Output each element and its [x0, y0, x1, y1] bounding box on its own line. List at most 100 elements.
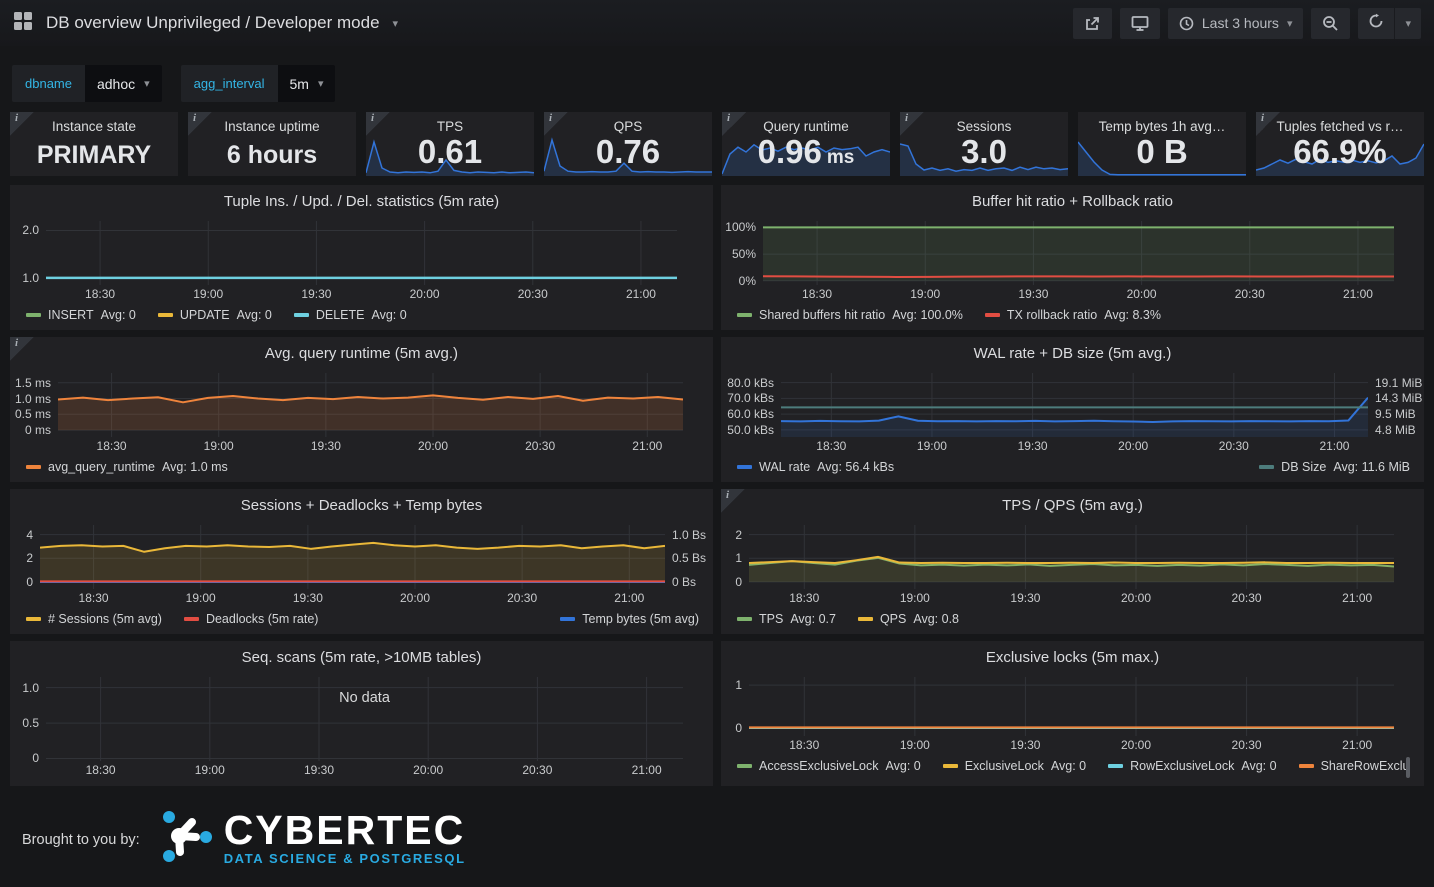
legend-swatch: [560, 617, 575, 621]
refresh-now-button[interactable]: [1358, 8, 1394, 39]
legend-label: WAL rate: [759, 460, 810, 474]
graph-title-tuple-stats[interactable]: Tuple Ins. / Upd. / Del. statistics (5m …: [10, 193, 713, 210]
share-button[interactable]: [1073, 8, 1112, 39]
legend-label: ExclusiveLock: [965, 759, 1044, 773]
x-tick-label: 19:30: [293, 591, 323, 605]
graph-title-wal-db-size[interactable]: WAL rate + DB size (5m avg.): [721, 345, 1424, 362]
legend-swatch: [737, 764, 752, 768]
stat-panel-instance-uptime: iInstance uptime6 hours: [188, 112, 356, 176]
panel-info-icon[interactable]: i: [10, 337, 34, 361]
graph-plot-buffer-rollback[interactable]: [763, 221, 1394, 285]
footer: Brought to you by: CYBERTEC DATA SCIENCE…: [0, 810, 1434, 869]
dashboard-title-caret-icon[interactable]: ▾: [393, 17, 399, 30]
time-range-picker[interactable]: Last 3 hours ▾: [1168, 8, 1304, 39]
panel-info-icon[interactable]: i: [366, 112, 390, 136]
x-tick-label: 19:00: [917, 439, 947, 453]
legend-item-wal-rate[interactable]: WAL rateAvg: 56.4 kBs: [737, 460, 894, 474]
graph-title-exclusive-locks[interactable]: Exclusive locks (5m max.): [721, 649, 1424, 666]
cycle-view-button[interactable]: [1120, 8, 1160, 39]
panel-info-icon[interactable]: i: [10, 112, 34, 136]
legend-item-insert[interactable]: INSERTAvg: 0: [26, 308, 136, 322]
variable-agg-interval-value[interactable]: 5m ▾: [278, 65, 336, 102]
graph-plot-wal-db-size[interactable]: [781, 373, 1368, 437]
variable-dbname-label: dbname: [12, 65, 85, 102]
legend-item-exclusivelock[interactable]: ExclusiveLockAvg: 0: [943, 759, 1086, 773]
legend-tuple-stats: INSERTAvg: 0 UPDATEAvg: 0 DELETEAvg: 0: [26, 304, 699, 325]
graph-plot-seq-scans[interactable]: No data: [46, 677, 683, 761]
share-icon: [1084, 15, 1101, 32]
info-icon: i: [549, 112, 552, 124]
legend-scrollbar[interactable]: [1406, 757, 1410, 778]
legend-item-update[interactable]: UPDATEAvg: 0: [158, 308, 272, 322]
panel-info-icon[interactable]: i: [188, 112, 212, 136]
legend-swatch: [737, 313, 752, 317]
graph-plot-sessions-deadlocks[interactable]: [40, 525, 665, 589]
legend-item-tps[interactable]: TPSAvg: 0.7: [737, 612, 836, 626]
x-axis-pad-left: [721, 437, 781, 454]
dashboard-title[interactable]: DB overview Unprivileged / Developer mod…: [46, 13, 380, 33]
legend-swatch: [737, 617, 752, 621]
legend-item-tx-rollback-ratio[interactable]: TX rollback ratioAvg: 8.3%: [985, 308, 1161, 322]
x-axis-pad-right: [1394, 589, 1424, 606]
legend-avg-value: Avg: 0.8: [913, 612, 959, 626]
stat-title-query-runtime[interactable]: Query runtime: [722, 119, 890, 134]
stat-title-instance-state[interactable]: Instance state: [10, 119, 178, 134]
dashboard-grid: iInstance statePRIMARYiInstance uptime6 …: [10, 112, 1424, 786]
legend-item-avg-query-runtime[interactable]: avg_query_runtimeAvg: 1.0 ms: [26, 460, 228, 474]
x-tick-label: 20:00: [1121, 738, 1151, 752]
legend-item-delete[interactable]: DELETEAvg: 0: [294, 308, 407, 322]
panel-info-icon[interactable]: i: [1256, 112, 1280, 136]
legend-item-qps[interactable]: QPSAvg: 0.8: [858, 612, 959, 626]
stat-title-tps[interactable]: TPS: [366, 119, 534, 134]
graph-title-sessions-deadlocks[interactable]: Sessions + Deadlocks + Temp bytes: [10, 497, 713, 514]
x-tick-label: 21:00: [1342, 738, 1372, 752]
legend-item-rowexclusivelock[interactable]: RowExclusiveLockAvg: 0: [1108, 759, 1276, 773]
legend-swatch: [737, 465, 752, 469]
graph-plot-tuple-stats[interactable]: [46, 221, 677, 285]
legend-item-shared-buffers-hit-ratio[interactable]: Shared buffers hit ratioAvg: 100.0%: [737, 308, 963, 322]
graph-title-buffer-rollback[interactable]: Buffer hit ratio + Rollback ratio: [721, 193, 1424, 210]
x-tick-label: 19:00: [195, 763, 225, 777]
refresh-interval-button[interactable]: ▾: [1394, 8, 1421, 39]
variable-dbname-value[interactable]: adhoc ▾: [85, 65, 162, 102]
panel-info-icon[interactable]: i: [722, 112, 746, 136]
graph-row-1: Tuple Ins. / Upd. / Del. statistics (5m …: [10, 185, 1424, 330]
stat-title-temp-bytes[interactable]: Temp bytes 1h avg…: [1078, 119, 1246, 134]
y-tick-label: 0: [26, 575, 33, 589]
graph-title-tps-qps[interactable]: TPS / QPS (5m avg.): [721, 497, 1424, 514]
panel-info-icon[interactable]: i: [544, 112, 568, 136]
stat-title-instance-uptime[interactable]: Instance uptime: [188, 119, 356, 134]
x-axis-pad-left: [10, 437, 58, 454]
stat-panel-sessions: iSessions3.0: [900, 112, 1068, 176]
legend-item-shareupdateexclusivelock[interactable]: ShareUpdateExclusiveLockAvg: 0: [737, 780, 954, 782]
panel-info-icon[interactable]: i: [900, 112, 924, 136]
graph-title-avg-query-runtime[interactable]: Avg. query runtime (5m avg.): [10, 345, 713, 362]
legend-item--sessions-5m-avg-[interactable]: # Sessions (5m avg): [26, 612, 162, 626]
legend-avg-value: Avg: 0: [919, 780, 954, 782]
dashboards-grid-icon[interactable]: [13, 11, 33, 36]
y-axis-right: [683, 373, 713, 437]
x-tick-label: 18:30: [86, 763, 116, 777]
legend-row: ShareUpdateExclusiveLockAvg: 0: [737, 776, 1410, 781]
y-tick-label: 0: [735, 721, 742, 735]
legend-swatch: [1108, 764, 1123, 768]
graph-title-seq-scans[interactable]: Seq. scans (5m rate, >10MB tables): [10, 649, 713, 666]
panel-info-icon[interactable]: i: [721, 489, 745, 513]
zoom-out-button[interactable]: [1311, 8, 1350, 39]
x-axis-area: 18:3019:0019:3020:0020:3021:00: [58, 437, 683, 454]
legend-item-accessexclusivelock[interactable]: AccessExclusiveLockAvg: 0: [737, 759, 921, 773]
graph-plot-exclusive-locks[interactable]: [749, 677, 1394, 736]
x-tick-label: 18:30: [85, 287, 115, 301]
legend-item-temp-bytes-5m-avg-[interactable]: Temp bytes (5m avg): [560, 612, 699, 626]
graph-plot-tps-qps[interactable]: [749, 525, 1394, 589]
x-tick-label: 21:00: [1319, 439, 1349, 453]
legend-item-sharerowexclusivelock[interactable]: ShareRowExclusiveLockAvg: 0: [1299, 759, 1410, 773]
stat-title-qps[interactable]: QPS: [544, 119, 712, 134]
legend-item-deadlocks-5m-rate-[interactable]: Deadlocks (5m rate): [184, 612, 319, 626]
y-tick-label: 70.0 kBs: [727, 391, 774, 405]
info-icon: i: [15, 112, 18, 124]
legend-item-db-size[interactable]: DB SizeAvg: 11.6 MiB: [1259, 460, 1410, 474]
graph-plot-avg-query-runtime[interactable]: [58, 373, 683, 437]
stat-title-sessions[interactable]: Sessions: [900, 119, 1068, 134]
stat-title-tuples-fetched[interactable]: Tuples fetched vs r…: [1256, 119, 1424, 134]
